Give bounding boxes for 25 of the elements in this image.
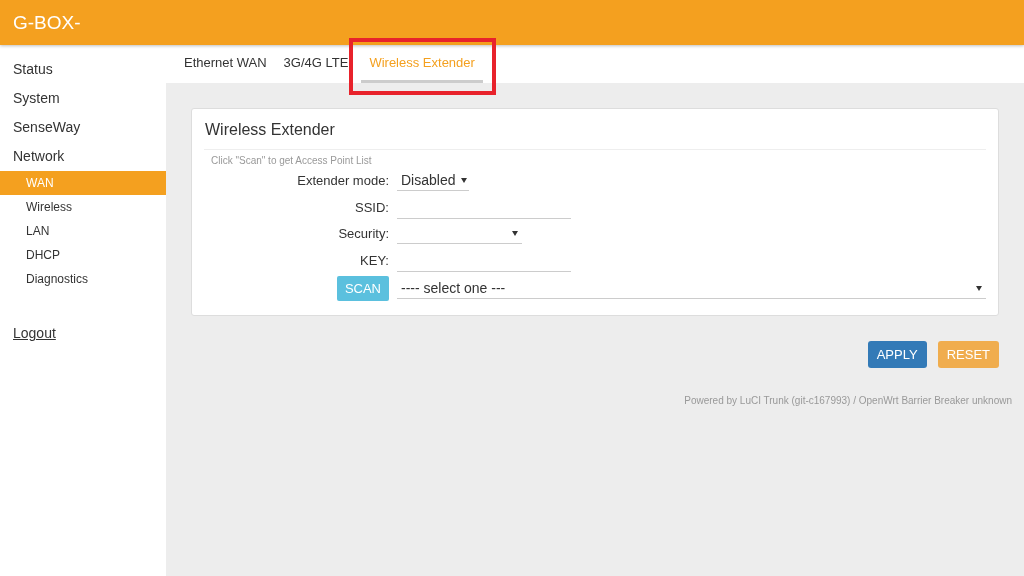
select-field[interactable]: ---- select one ---: [397, 278, 986, 299]
logout-link[interactable]: Logout: [13, 325, 56, 341]
sidebar-item[interactable]: Network: [0, 142, 166, 171]
sidebar-subitem[interactable]: LAN: [0, 219, 166, 243]
tab[interactable]: Ethernet WAN: [176, 45, 275, 83]
sidebar-item[interactable]: SenseWay: [0, 113, 166, 142]
card-title: Wireless Extender: [204, 121, 986, 150]
brand-title: G-BOX-: [13, 11, 81, 34]
field-label: KEY:: [359, 252, 389, 268]
field-label: SSID:: [354, 199, 389, 215]
sidebar-item[interactable]: Status: [0, 55, 166, 84]
sidebar-subitem[interactable]: Diagnostics: [0, 267, 166, 291]
field-label: Extender mode:: [296, 173, 389, 188]
field-label: Security:: [337, 226, 389, 241]
sidebar-subitem[interactable]: Wireless: [0, 195, 166, 219]
footer-text: Powered by LuCI Trunk (git-c167993) / OpenWrt Barrier Breaker unknown: [683, 395, 1012, 406]
caret-icon: [976, 285, 982, 291]
hint-text: Click "Scan" to get Access Point List: [211, 155, 373, 166]
apply-button[interactable]: APPLY: [867, 341, 927, 368]
caret-icon: [512, 230, 518, 236]
tab[interactable]: 3G/4G LTE: [275, 45, 357, 83]
select-field[interactable]: Disabled: [397, 170, 469, 191]
caret-icon: [461, 177, 468, 183]
sidebar-subitem[interactable]: DHCP: [0, 243, 166, 267]
sidebar-item[interactable]: System: [0, 84, 166, 113]
